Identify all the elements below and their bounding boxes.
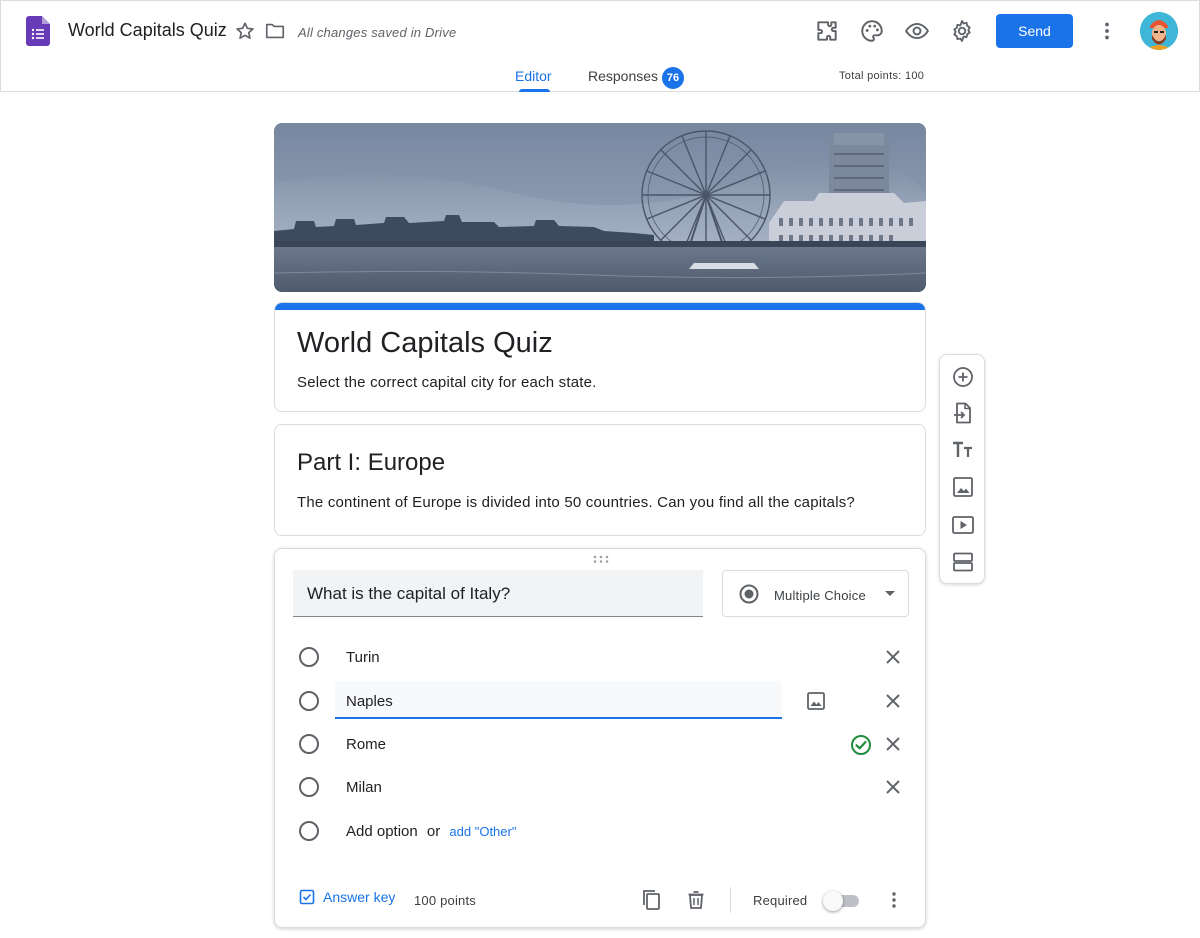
option-radio bbox=[299, 647, 319, 667]
option-label[interactable]: Milan bbox=[346, 779, 382, 796]
add-option-line: Add option or add "Other" bbox=[346, 823, 516, 840]
remove-option-icon[interactable] bbox=[882, 690, 904, 712]
answer-key-checkbox-icon bbox=[299, 889, 315, 905]
option-edit-field[interactable] bbox=[335, 681, 782, 719]
drag-handle-icon[interactable] bbox=[593, 555, 609, 563]
or-text: or bbox=[426, 823, 441, 840]
question-card[interactable]: What is the capital of Italy? Multiple C… bbox=[274, 548, 926, 928]
send-button[interactable]: Send bbox=[996, 14, 1073, 48]
add-video-icon[interactable] bbox=[950, 512, 976, 538]
question-points: 100 points bbox=[414, 893, 476, 908]
add-question-icon[interactable] bbox=[950, 364, 976, 390]
add-image-icon[interactable] bbox=[950, 474, 976, 500]
option-row[interactable]: Naples bbox=[275, 681, 925, 721]
palette-icon[interactable] bbox=[859, 18, 885, 44]
question-text-input[interactable]: What is the capital of Italy? bbox=[293, 570, 703, 617]
section-header-card[interactable]: Part I: Europe The continent of Europe i… bbox=[274, 424, 926, 536]
addons-icon[interactable] bbox=[814, 18, 840, 44]
total-points: Total points: 100 bbox=[839, 70, 925, 82]
more-vert-icon[interactable] bbox=[1094, 18, 1120, 44]
preview-eye-icon[interactable] bbox=[904, 18, 930, 44]
import-questions-icon[interactable] bbox=[950, 400, 976, 426]
settings-gear-icon[interactable] bbox=[949, 18, 975, 44]
app-header: World Capitals Quiz All changes saved in… bbox=[0, 0, 1200, 92]
required-label: Required bbox=[753, 893, 808, 908]
star-icon[interactable] bbox=[234, 20, 256, 42]
section-title[interactable]: Part I: Europe bbox=[297, 449, 445, 477]
accent-bar bbox=[275, 303, 925, 310]
option-row[interactable]: Rome bbox=[275, 724, 925, 764]
add-other-link[interactable]: add "Other" bbox=[449, 824, 516, 839]
form-description[interactable]: Select the correct capital city for each… bbox=[297, 374, 597, 391]
answer-key-button[interactable]: Answer key bbox=[299, 889, 395, 905]
option-radio bbox=[299, 691, 319, 711]
floating-toolbar bbox=[939, 354, 985, 584]
option-radio bbox=[299, 734, 319, 754]
add-option-row: Add option or add "Other" bbox=[275, 811, 925, 851]
option-row[interactable]: Turin bbox=[275, 637, 925, 677]
delete-trash-icon[interactable] bbox=[684, 888, 708, 912]
document-title[interactable]: World Capitals Quiz bbox=[68, 20, 227, 41]
remove-option-icon[interactable] bbox=[882, 733, 904, 755]
responses-count-badge: 76 bbox=[662, 67, 684, 89]
question-type-select[interactable]: Multiple Choice bbox=[722, 570, 909, 617]
add-section-icon[interactable] bbox=[950, 549, 976, 575]
tab-responses[interactable]: Responses bbox=[588, 68, 658, 84]
header-banner-image bbox=[274, 123, 926, 292]
form-title[interactable]: World Capitals Quiz bbox=[297, 327, 553, 360]
remove-option-icon[interactable] bbox=[882, 776, 904, 798]
tab-editor[interactable]: Editor bbox=[515, 68, 552, 84]
duplicate-icon[interactable] bbox=[639, 888, 663, 912]
radio-button-checked-icon bbox=[739, 584, 759, 604]
form-title-card[interactable]: World Capitals Quiz Select the correct c… bbox=[274, 302, 926, 412]
dropdown-arrow-icon bbox=[885, 591, 895, 596]
more-options-icon[interactable] bbox=[882, 888, 906, 912]
correct-answer-check-icon bbox=[851, 735, 871, 755]
option-radio bbox=[299, 777, 319, 797]
question-type-label: Multiple Choice bbox=[774, 588, 866, 603]
option-label[interactable]: Turin bbox=[346, 649, 380, 666]
toggle-thumb bbox=[823, 891, 843, 911]
forms-app-icon[interactable] bbox=[26, 16, 50, 46]
add-option-link[interactable]: Add option bbox=[346, 823, 418, 840]
add-title-icon[interactable] bbox=[950, 437, 976, 463]
add-image-to-option-icon[interactable] bbox=[804, 689, 828, 713]
option-label[interactable]: Rome bbox=[346, 736, 386, 753]
answer-key-label: Answer key bbox=[323, 889, 396, 905]
save-status: All changes saved in Drive bbox=[298, 25, 457, 40]
remove-option-icon[interactable] bbox=[882, 646, 904, 668]
option-label[interactable]: Naples bbox=[346, 693, 393, 710]
option-row[interactable]: Milan bbox=[275, 767, 925, 807]
active-tab-indicator bbox=[519, 89, 550, 92]
avatar[interactable] bbox=[1140, 12, 1178, 50]
footer-divider bbox=[730, 887, 731, 913]
question-footer: Answer key 100 points Required bbox=[275, 879, 925, 919]
required-toggle[interactable] bbox=[823, 891, 859, 911]
option-radio bbox=[299, 821, 319, 841]
section-description[interactable]: The continent of Europe is divided into … bbox=[297, 494, 855, 511]
folder-icon[interactable] bbox=[264, 20, 286, 42]
